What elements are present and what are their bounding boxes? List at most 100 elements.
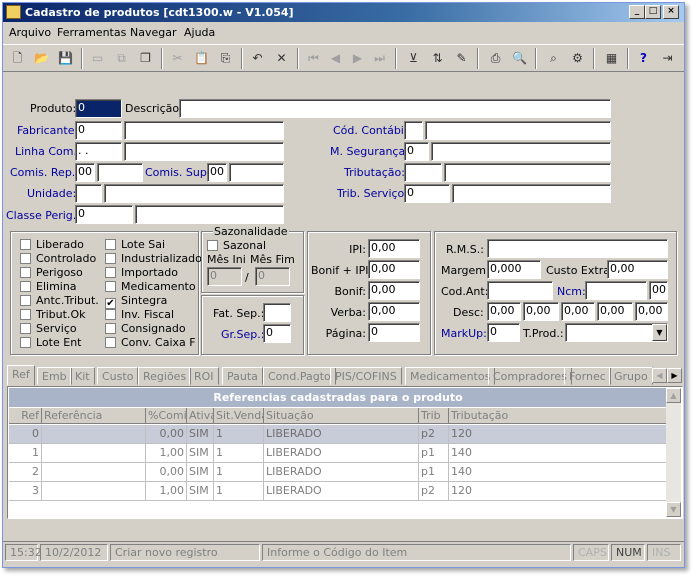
undo-icon[interactable]: ↶: [247, 48, 268, 69]
cell-sit-venda[interactable]: 1: [214, 425, 264, 444]
trib-servico-input[interactable]: [452, 184, 611, 203]
cod-contabil-label[interactable]: Cód. Contábil:: [333, 124, 411, 137]
checkbox-box[interactable]: [20, 337, 31, 348]
ncm-input[interactable]: [585, 281, 647, 300]
verba-input[interactable]: 0,00: [368, 302, 420, 321]
checkbox-elimina[interactable]: Elimina: [20, 280, 77, 293]
markup-input[interactable]: 0: [487, 323, 520, 342]
checkbox-servi-o[interactable]: Serviço: [20, 322, 77, 335]
menu-ferramentas[interactable]: Ferramentas: [57, 26, 126, 39]
checkbox-sintegra[interactable]: ✔ Sintegra: [105, 294, 167, 309]
cell-comis[interactable]: 0,00: [146, 425, 187, 444]
tributacao-input[interactable]: [444, 163, 611, 182]
print-icon[interactable]: ⎙: [485, 48, 506, 69]
cell-referencia[interactable]: [42, 482, 146, 501]
bonif-ipi-input[interactable]: 0,00: [368, 260, 420, 279]
checkbox-box[interactable]: [207, 240, 218, 251]
tab-regioes[interactable]: Regiões: [138, 367, 192, 385]
column-header-referencia[interactable]: Referência: [42, 408, 146, 424]
column-header-comis[interactable]: %Comis: [146, 408, 187, 424]
desc-input-3[interactable]: 0,00: [561, 302, 595, 321]
title-bar[interactable]: Cadastro de produtos [cdt1300.w - V1.054…: [3, 3, 684, 22]
column-header-ativa[interactable]: Ativa: [187, 408, 214, 424]
checkbox-box[interactable]: [20, 309, 31, 320]
cell-ref[interactable]: 1: [9, 444, 42, 463]
save-icon[interactable]: 💾: [55, 48, 76, 69]
trib-servico-code-input[interactable]: 0: [404, 184, 450, 203]
checkbox-lote-sai[interactable]: Lote Sai: [105, 238, 165, 251]
checkbox-industrializado[interactable]: Industrializado: [105, 252, 202, 265]
form-edit-icon[interactable]: ✎: [451, 48, 472, 69]
table-row[interactable]: 0 0,00 SIM 1 LIBERADO p2 120: [9, 425, 667, 444]
calculator-icon[interactable]: ▦: [601, 48, 622, 69]
new-file-icon[interactable]: 🗋: [7, 48, 28, 69]
previous-record-icon[interactable]: ◀: [325, 48, 346, 69]
cut-icon[interactable]: ✂: [167, 48, 188, 69]
scroll-down-icon[interactable]: ▼: [666, 502, 681, 517]
cell-ref[interactable]: 2: [9, 463, 42, 482]
cell-ref[interactable]: 3: [9, 482, 42, 501]
gr-sep-label[interactable]: Gr.Sep.:: [221, 328, 264, 341]
grid-vertical-scrollbar[interactable]: ▲ ▼: [666, 388, 681, 517]
pagina-input[interactable]: 0: [368, 323, 420, 342]
menu-ajuda[interactable]: Ajuda: [184, 26, 215, 39]
last-record-icon[interactable]: ⏭: [369, 48, 390, 69]
column-header-ref[interactable]: Ref: [9, 408, 42, 424]
table-row[interactable]: 1 1,00 SIM 1 LIBERADO p1 140: [9, 444, 667, 463]
m-seguranca-label[interactable]: M. Segurança:: [330, 145, 409, 158]
linha-com-name-input[interactable]: [124, 142, 284, 161]
checkbox-box[interactable]: [20, 295, 31, 306]
unidade-label[interactable]: Unidade:: [27, 187, 76, 200]
tab-kit[interactable]: Kit: [70, 367, 95, 385]
tab-ref[interactable]: Ref: [7, 365, 35, 386]
column-header-tributacao[interactable]: Tributação: [449, 408, 667, 424]
paste-icon[interactable]: 📋: [191, 48, 212, 69]
scroll-up-icon[interactable]: ▲: [666, 388, 681, 403]
first-record-icon[interactable]: ⏮: [303, 48, 324, 69]
cell-tributacao[interactable]: 120: [449, 482, 667, 501]
tab-fornec[interactable]: Fornec: [564, 367, 611, 385]
cell-comis[interactable]: 1,00: [146, 482, 187, 501]
cell-situacao[interactable]: LIBERADO: [264, 463, 419, 482]
checkbox-box[interactable]: [20, 253, 31, 264]
delete-x-icon[interactable]: ✕: [271, 48, 292, 69]
tab-cond-pagto[interactable]: Cond.Pagto: [263, 367, 336, 385]
mes-fim-input[interactable]: 0: [255, 267, 290, 286]
comis-sup-label[interactable]: Comis. Sup.:: [145, 166, 214, 179]
copy-icon[interactable]: ⎘: [215, 48, 236, 69]
rms-input[interactable]: [487, 239, 668, 258]
cell-trib[interactable]: p2: [419, 482, 449, 501]
checkbox-conv-caixa-f[interactable]: Conv. Caixa F: [105, 336, 196, 349]
custo-extra-input[interactable]: 0,00: [607, 260, 668, 279]
cell-ativa[interactable]: SIM: [187, 444, 214, 463]
fabricante-name-input[interactable]: [124, 121, 284, 140]
cod-contabil-code-input[interactable]: [404, 121, 423, 140]
desc-input-4[interactable]: 0,00: [597, 302, 633, 321]
fabricante-label[interactable]: Fabricante:: [17, 124, 78, 137]
comis-rep-code-input[interactable]: 00: [75, 163, 95, 182]
cell-comis[interactable]: 0,00: [146, 463, 187, 482]
m-seguranca-input[interactable]: [431, 142, 611, 161]
margem-input[interactable]: 0,000: [487, 260, 541, 279]
checkbox-box[interactable]: [20, 239, 31, 250]
cell-tributacao[interactable]: 120: [449, 425, 667, 444]
ipi-input[interactable]: 0,00: [368, 239, 420, 258]
markup-label[interactable]: MarkUp:: [441, 327, 487, 340]
checkbox-importado[interactable]: Importado: [105, 266, 178, 279]
ncm-code-input[interactable]: 00: [649, 281, 668, 300]
cell-sit-venda[interactable]: 1: [214, 444, 264, 463]
tab-emb[interactable]: Emb: [37, 367, 72, 385]
print-preview-icon[interactable]: 🔍: [509, 48, 530, 69]
comis-sup-code-input[interactable]: 00: [207, 163, 227, 182]
tributacao-code-input[interactable]: [404, 163, 442, 182]
cascade-icon[interactable]: ❐: [135, 48, 156, 69]
cell-referencia[interactable]: [42, 425, 146, 444]
next-record-icon[interactable]: ▶: [347, 48, 368, 69]
checkbox-medicamento[interactable]: Medicamento: [105, 280, 196, 293]
cell-tributacao[interactable]: 140: [449, 463, 667, 482]
cell-trib[interactable]: p1: [419, 444, 449, 463]
tab-scroll-right-icon[interactable]: ▶: [667, 368, 682, 383]
desc-input-5[interactable]: 0,00: [635, 302, 668, 321]
cell-ref[interactable]: 0: [9, 425, 42, 444]
classe-perig-code-input[interactable]: 0: [75, 205, 133, 224]
